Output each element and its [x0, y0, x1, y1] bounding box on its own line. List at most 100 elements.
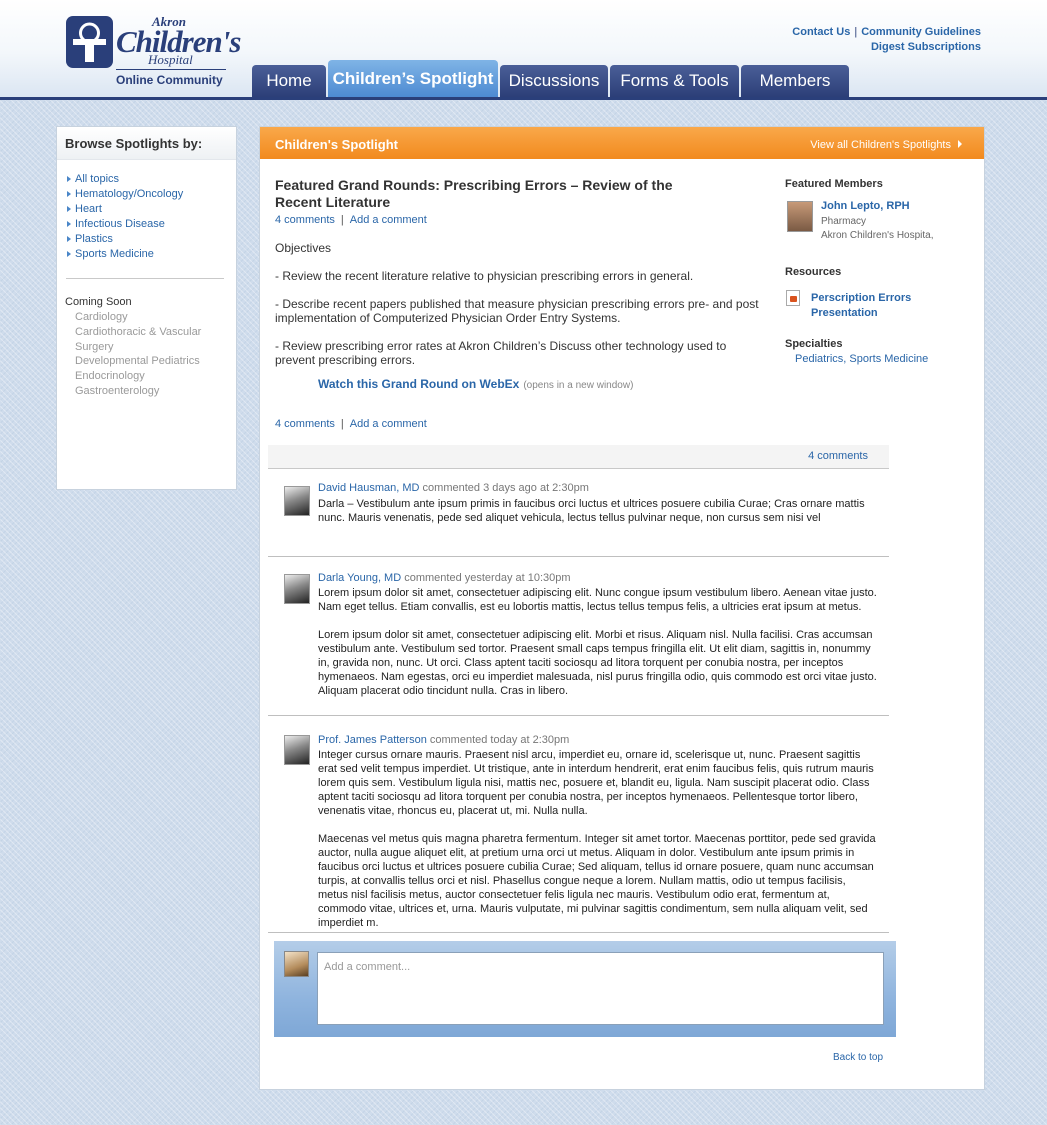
- commenter-avatar[interactable]: [284, 735, 310, 765]
- objectives-heading: Objectives: [275, 241, 332, 255]
- logo-rule: [116, 69, 226, 70]
- coming-soon-section: Coming Soon Cardiology Cardiothoracic & …: [57, 296, 236, 399]
- link-separator: |: [340, 214, 344, 226]
- comments-count-link[interactable]: 4 comments: [808, 450, 868, 462]
- bullet-arrow-icon: [67, 176, 71, 182]
- resources-heading: Resources: [785, 266, 842, 278]
- main-nav: Home Children’s Spotlight Discussions Fo…: [252, 60, 851, 97]
- topic-label[interactable]: Plastics: [75, 233, 113, 245]
- topic-label[interactable]: Sports Medicine: [75, 248, 154, 260]
- coming-soon-item: Gastroenterology: [75, 384, 160, 397]
- tab-forms-tools[interactable]: Forms & Tools: [610, 65, 739, 97]
- sidebar-item-infectious-disease[interactable]: Infectious Disease: [67, 217, 236, 232]
- article-body: Objectives - Review the recent literatur…: [275, 241, 765, 367]
- add-comment-link[interactable]: Add a comment: [350, 418, 427, 430]
- member-organization: Akron Children's Hospita,: [821, 230, 934, 241]
- comments-section: 4 comments David Hausman, MD commented 3…: [268, 445, 889, 933]
- commenter-avatar[interactable]: [284, 486, 310, 516]
- logo-hospital-text: Hospital: [148, 52, 193, 67]
- comment-item: Darla Young, MD commented yesterday at 1…: [268, 557, 889, 716]
- featured-member-card: John Lepto, RPH Pharmacy Akron Children'…: [785, 200, 965, 245]
- comment-meta: Darla Young, MD commented yesterday at 1…: [318, 572, 571, 584]
- topic-list: All topics Hematology/Oncology Heart Inf…: [57, 160, 236, 262]
- add-comment-link[interactable]: Add a comment: [350, 214, 427, 226]
- comment-paragraph: Integer cursus ornare mauris. Praesent n…: [318, 749, 874, 817]
- add-comment-box: [274, 941, 896, 1037]
- comment-paragraph: Darla – Vestibulum ante ipsum primis in …: [318, 498, 865, 524]
- comment-paragraph: Lorem ipsum dolor sit amet, consectetuer…: [318, 629, 877, 697]
- commenter-name-link[interactable]: David Hausman, MD: [318, 482, 419, 494]
- tab-home[interactable]: Home: [252, 65, 326, 97]
- view-all-spotlights-link[interactable]: View all Children's Spotlights: [810, 139, 962, 151]
- sidebar-item-hematology-oncology[interactable]: Hematology/Oncology: [67, 187, 236, 202]
- bullet-arrow-icon: [67, 221, 71, 227]
- comment-paragraph: Lorem ipsum dolor sit amet, consectetuer…: [318, 587, 877, 613]
- coming-soon-item: Cardiothoracic & Vascular Surgery: [75, 325, 202, 353]
- back-to-top-link[interactable]: Back to top: [833, 1052, 883, 1063]
- specialties-section: Specialties Pediatrics, Sports Medicine: [785, 338, 965, 365]
- commenter-name-link[interactable]: Darla Young, MD: [318, 572, 401, 584]
- article-comment-links-bottom: 4 comments | Add a comment: [275, 418, 427, 430]
- sidebar-item-plastics[interactable]: Plastics: [67, 232, 236, 247]
- comment-item: Prof. James Patterson commented today at…: [268, 716, 889, 933]
- view-all-label[interactable]: View all Children's Spotlights: [810, 139, 951, 151]
- tab-childrens-spotlight[interactable]: Children’s Spotlight: [328, 60, 498, 97]
- comments-count-link[interactable]: 4 comments: [275, 214, 335, 226]
- article-comment-links: 4 comments | Add a comment: [275, 214, 765, 226]
- sidebar-item-heart[interactable]: Heart: [67, 202, 236, 217]
- comment-item: David Hausman, MD commented 3 days ago a…: [268, 469, 889, 557]
- watch-webex-link[interactable]: Watch this Grand Round on WebEx: [318, 377, 519, 391]
- comment-text: Lorem ipsum dolor sit amet, consectetuer…: [318, 586, 878, 712]
- panel-header: Children's Spotlight View all Children's…: [260, 127, 984, 159]
- objective-point: - Review the recent literature relative …: [275, 269, 694, 283]
- sidebar-item-all-topics[interactable]: All topics: [67, 172, 236, 187]
- tab-members[interactable]: Members: [741, 65, 849, 97]
- commenter-name-link[interactable]: Prof. James Patterson: [318, 734, 427, 746]
- utility-separator: |: [854, 26, 858, 38]
- member-name-link[interactable]: John Lepto, RPH: [821, 200, 910, 212]
- utility-links: Contact Us | Community Guidelines Digest S…: [792, 25, 981, 55]
- bullet-arrow-icon: [67, 251, 71, 257]
- topic-label[interactable]: Hematology/Oncology: [75, 188, 183, 200]
- site-header: Akron Children's Hospital Online Communi…: [0, 0, 1047, 100]
- bullet-arrow-icon: [67, 236, 71, 242]
- objective-point: - Describe recent papers published that …: [275, 297, 759, 325]
- member-role: Pharmacy: [821, 216, 867, 227]
- member-avatar[interactable]: [787, 201, 813, 232]
- comments-count-link[interactable]: 4 comments: [275, 418, 335, 430]
- comments-count-bar: 4 comments: [268, 445, 889, 469]
- topic-label[interactable]: Infectious Disease: [75, 218, 165, 230]
- digest-subscriptions-link[interactable]: Digest Subscriptions: [871, 41, 981, 53]
- topic-label[interactable]: All topics: [75, 173, 119, 185]
- comment-paragraph: Maecenas vel metus quis magna pharetra f…: [318, 833, 876, 929]
- topic-label[interactable]: Heart: [75, 203, 102, 215]
- resource-item[interactable]: Perscription Errors Presentation: [785, 290, 965, 324]
- arrow-right-icon: [958, 140, 962, 148]
- new-window-note: (opens in a new window): [523, 380, 634, 391]
- article-title: Featured Grand Rounds: Prescribing Error…: [275, 177, 673, 210]
- resources-section: Resources Perscription Errors Presentati…: [785, 266, 965, 324]
- comment-meta: Prof. James Patterson commented today at…: [318, 734, 569, 746]
- comment-text: Darla – Vestibulum ante ipsum primis in …: [318, 497, 878, 539]
- comment-text: Integer cursus ornare mauris. Praesent n…: [318, 748, 878, 944]
- bullet-arrow-icon: [67, 191, 71, 197]
- objective-point: - Review prescribing error rates at Akro…: [275, 339, 727, 367]
- current-user-avatar: [284, 951, 309, 977]
- akron-childrens-logo[interactable]: Akron Children's Hospital Online Communi…: [64, 14, 241, 90]
- tab-discussions[interactable]: Discussions: [500, 65, 608, 97]
- commenter-avatar[interactable]: [284, 574, 310, 604]
- hospital-logo-icon: [66, 16, 113, 68]
- add-comment-input[interactable]: [317, 952, 884, 1025]
- specialties-links[interactable]: Pediatrics, Sports Medicine: [785, 353, 965, 365]
- contact-us-link[interactable]: Contact Us: [792, 26, 850, 38]
- comment-timestamp: commented today at 2:30pm: [429, 734, 570, 746]
- comment-meta: David Hausman, MD commented 3 days ago a…: [318, 482, 589, 494]
- sidebar-item-sports-medicine[interactable]: Sports Medicine: [67, 247, 236, 262]
- resource-link[interactable]: Perscription Errors Presentation: [811, 291, 951, 321]
- presentation-file-icon: [786, 290, 800, 306]
- community-guidelines-link[interactable]: Community Guidelines: [861, 26, 981, 38]
- logo-online-community-text: Online Community: [116, 73, 223, 87]
- panel-title: Children's Spotlight: [275, 137, 398, 152]
- article-sidebar: Featured Members John Lepto, RPH Pharmac…: [785, 178, 965, 365]
- sidebar-title: Browse Spotlights by:: [57, 127, 236, 160]
